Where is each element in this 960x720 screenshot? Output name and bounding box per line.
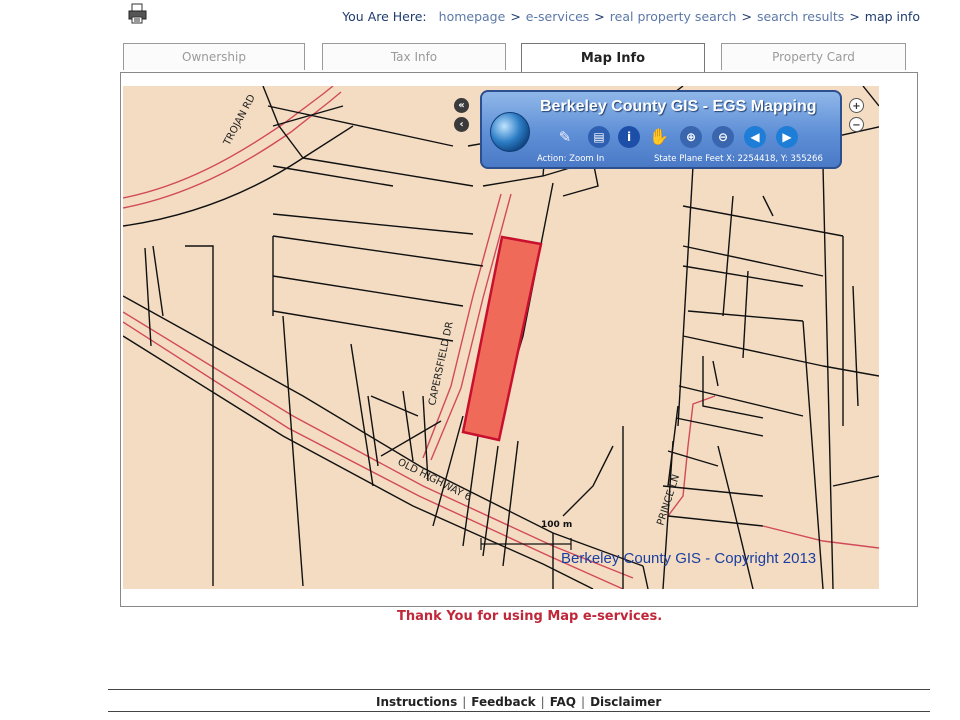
footer-link-feedback[interactable]: Feedback [471, 695, 535, 709]
minus-icon[interactable]: − [849, 117, 864, 132]
zoom-in-icon[interactable]: ⊕ [680, 126, 702, 148]
footer-divider [108, 689, 930, 690]
breadcrumb-label: You Are Here: [342, 9, 427, 24]
step-back-icon[interactable]: ‹ [454, 117, 469, 132]
breadcrumb-link-e-services[interactable]: e-services [526, 9, 590, 24]
back-arrow-icon[interactable]: ◀ [744, 126, 766, 148]
rewind-icon[interactable]: « [454, 98, 469, 113]
printer-icon[interactable] [127, 3, 149, 25]
gis-action-status: Action: Zoom In [537, 154, 605, 164]
breadcrumb-link-search-results[interactable]: search results [757, 9, 844, 24]
print-map-icon[interactable]: ▤ [588, 126, 610, 148]
scale-label: 100 m [541, 520, 573, 530]
gis-toolbar: Berkeley County GIS - EGS Mapping ✎ ▤ i … [480, 90, 842, 169]
breadcrumb: You Are Here: homepage > e-services > real p… [342, 9, 920, 24]
footer-link-faq[interactable]: FAQ [550, 695, 576, 709]
breadcrumb-current: map info [864, 9, 920, 24]
footer-separator: | [462, 695, 467, 709]
breadcrumb-link-homepage[interactable]: homepage [439, 9, 506, 24]
breadcrumb-link-real-property-search[interactable]: real property search [610, 9, 737, 24]
tab-ownership[interactable]: Ownership [123, 43, 305, 70]
footer-separator: | [581, 695, 586, 709]
footer-links: Instructions | Feedback | FAQ | Disclaimer [376, 695, 661, 709]
forward-arrow-icon[interactable]: ▶ [776, 126, 798, 148]
tab-map-info[interactable]: Map Info [521, 43, 705, 73]
map-copyright: Berkeley County GIS - Copyright 2013 [561, 550, 817, 567]
plus-icon[interactable]: + [849, 98, 864, 113]
zoom-out-icon[interactable]: ⊖ [712, 126, 734, 148]
info-icon[interactable]: i [618, 126, 640, 148]
globe-icon[interactable] [490, 112, 530, 152]
pan-hand-icon[interactable]: ✋ [648, 126, 670, 148]
tab-bar: Ownership Tax Info Map Info Property Car… [123, 43, 906, 73]
gis-toolbar-title: Berkeley County GIS - EGS Mapping [540, 98, 817, 115]
footer-separator: | [540, 695, 545, 709]
footer-link-disclaimer[interactable]: Disclaimer [590, 695, 661, 709]
breadcrumb-separator: > [849, 9, 860, 24]
footer-link-instructions[interactable]: Instructions [376, 695, 457, 709]
gis-coordinates: State Plane Feet X: 2254418, Y: 355266 [654, 154, 823, 164]
tab-property-card[interactable]: Property Card [721, 43, 906, 70]
breadcrumb-separator: > [510, 9, 521, 24]
thank-you-message: Thank You for using Map e-services. [397, 609, 663, 624]
pencil-icon[interactable]: ✎ [554, 126, 576, 148]
footer-divider [108, 711, 930, 712]
tab-tax-info[interactable]: Tax Info [322, 43, 506, 70]
breadcrumb-separator: > [594, 9, 605, 24]
breadcrumb-separator: > [741, 9, 752, 24]
